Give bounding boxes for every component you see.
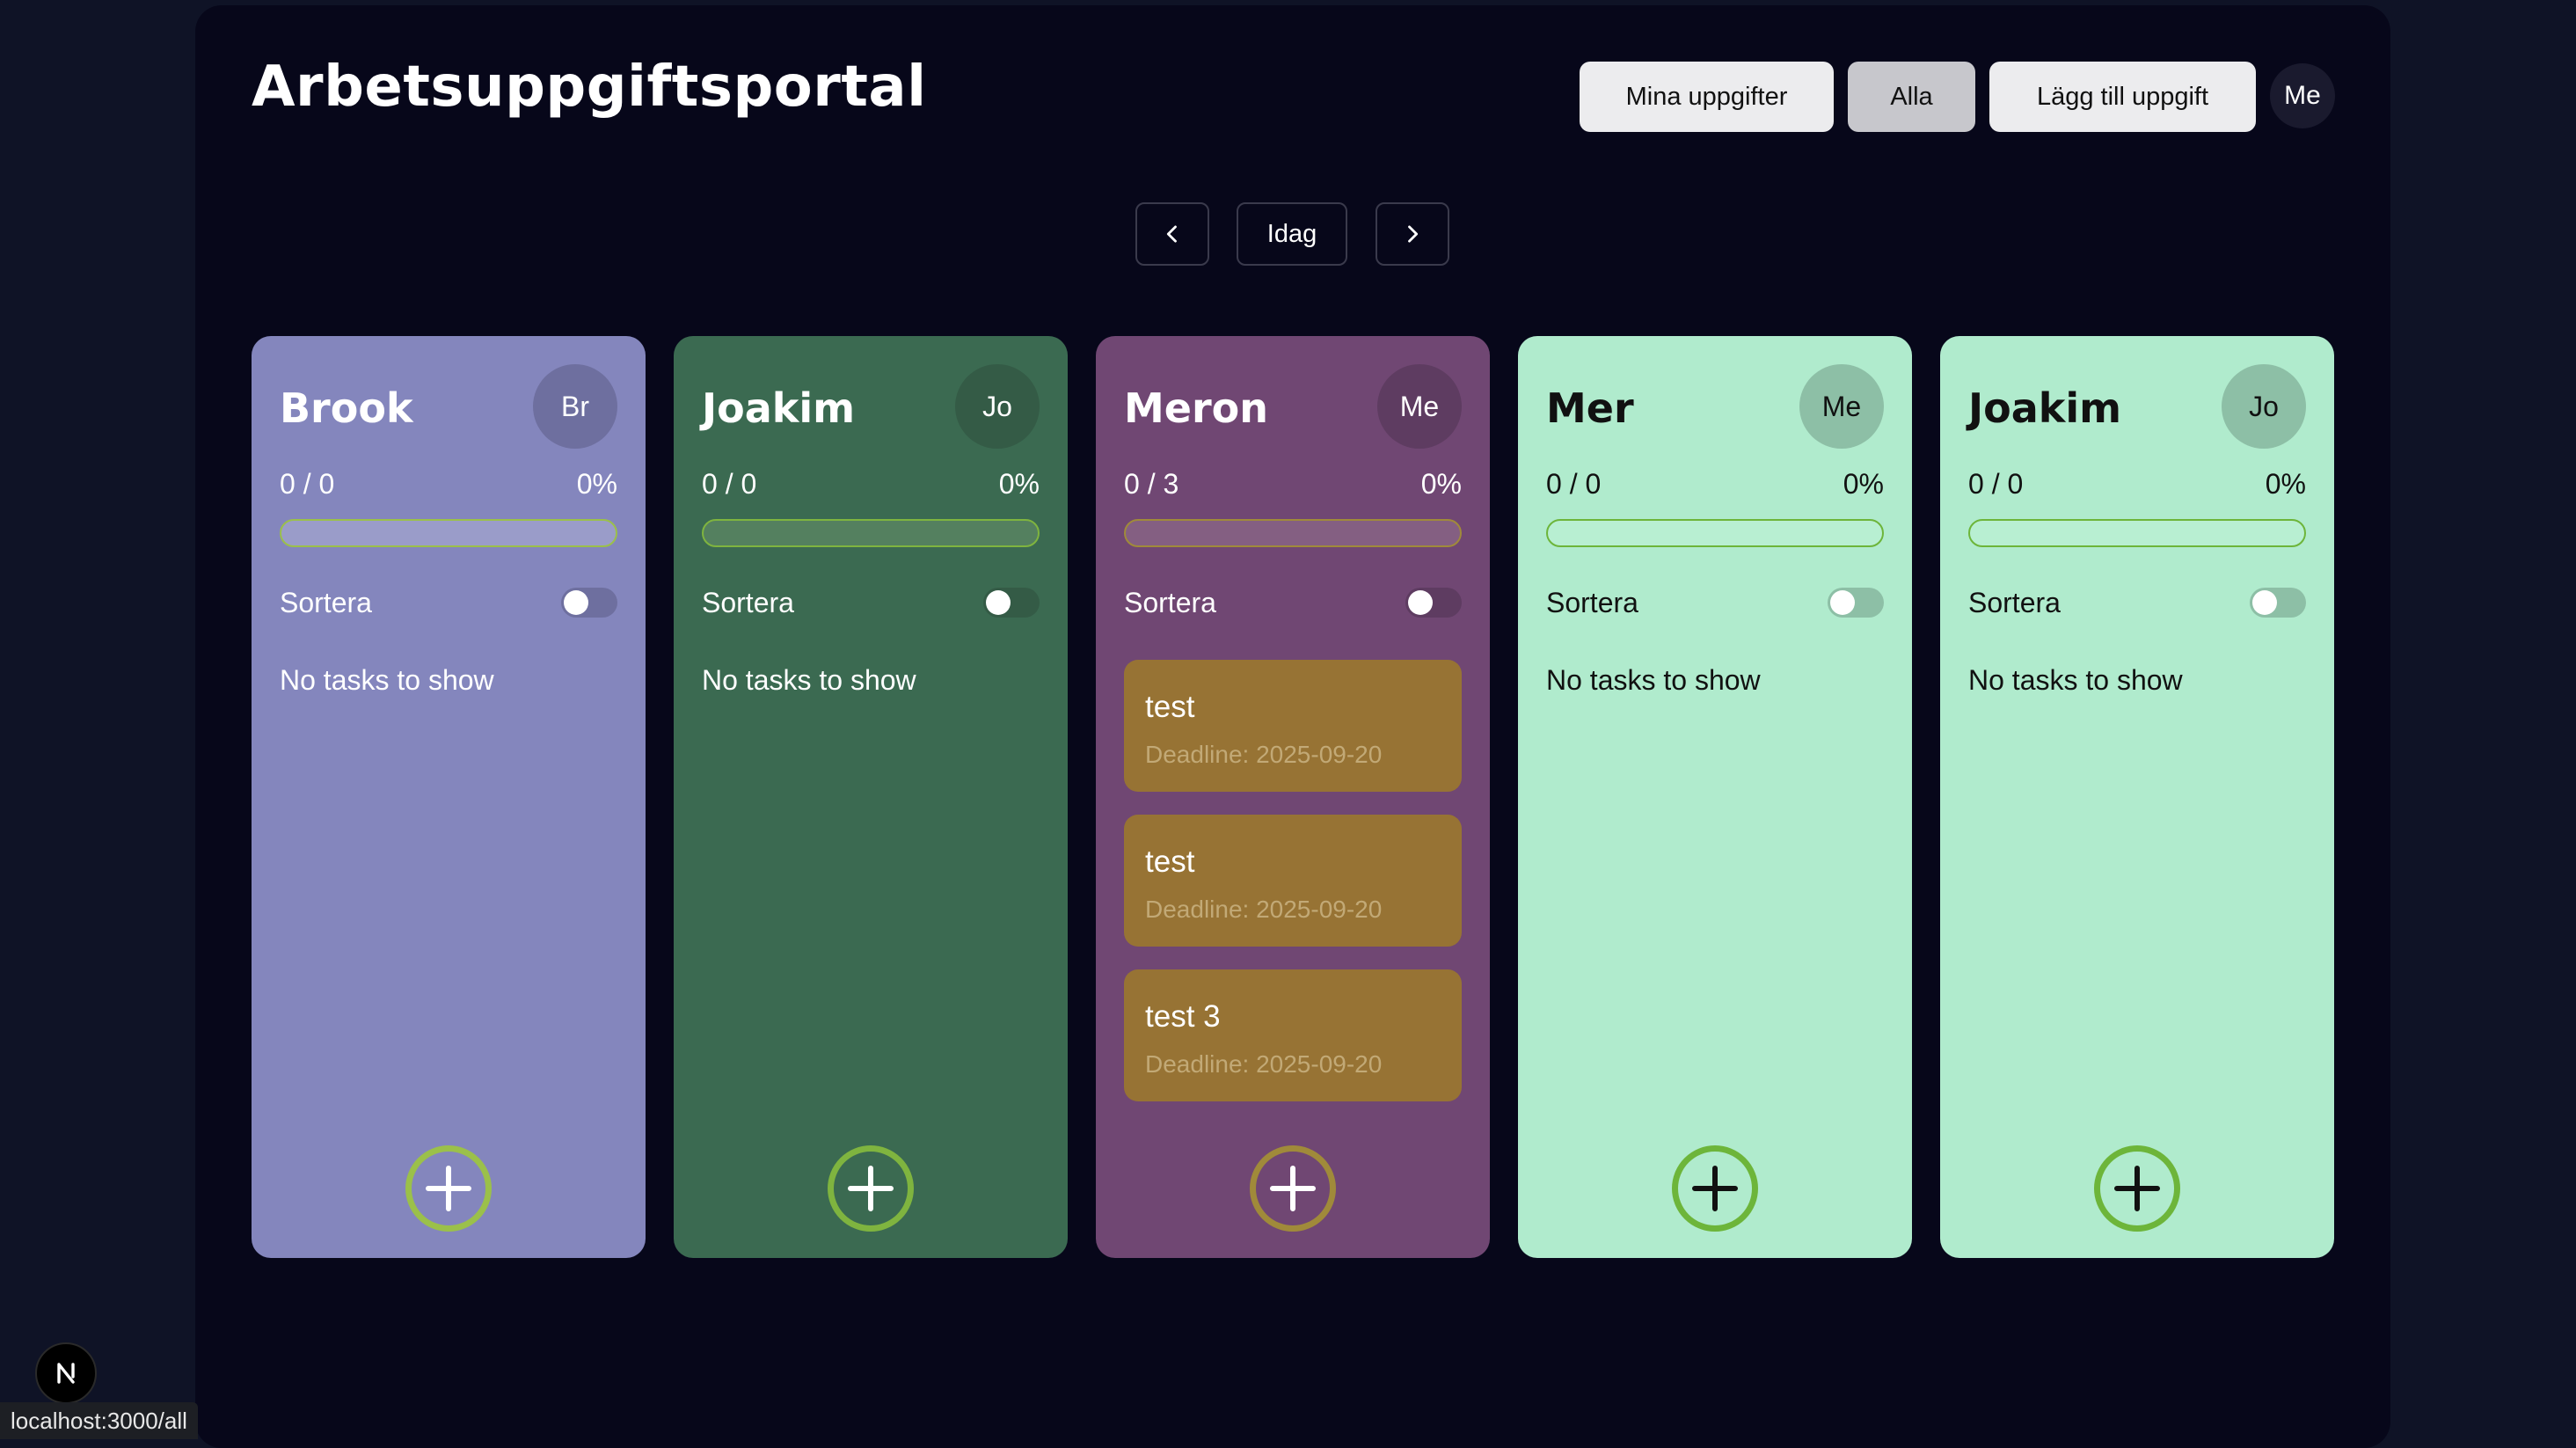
add-task-circle-button[interactable]: [2094, 1145, 2180, 1232]
column-1: Joakim Jo 0 / 0 0% Sortera No tasks to s…: [674, 336, 1068, 1258]
task-count: 0 / 0: [1968, 468, 2024, 500]
chevron-right-icon: [1408, 225, 1419, 243]
column-3: Mer Me 0 / 0 0% Sortera No tasks to show: [1518, 336, 1912, 1258]
user-avatar[interactable]: Me: [2270, 63, 2335, 128]
plus-circle-icon: [1692, 1166, 1738, 1211]
column-2: Meron Me 0 / 3 0% Sortera test Deadline:…: [1096, 336, 1490, 1258]
toggle-knob: [1408, 590, 1433, 615]
toggle-knob: [564, 590, 588, 615]
column-name: Meron: [1124, 384, 1269, 432]
column-avatar: Br: [533, 364, 617, 449]
add-task-circle-button[interactable]: [828, 1145, 914, 1232]
column-name: Joakim: [702, 384, 856, 432]
task-card[interactable]: test 3 Deadline: 2025-09-20: [1124, 969, 1462, 1101]
task-title: test: [1145, 690, 1195, 724]
sort-label: Sortera: [1546, 587, 1638, 618]
progress-percent: 0%: [2265, 468, 2306, 500]
all-tasks-button[interactable]: Alla: [1848, 62, 1975, 132]
progress-percent: 0%: [1843, 468, 1884, 500]
column-4: Joakim Jo 0 / 0 0% Sortera No tasks to s…: [1940, 336, 2334, 1258]
sort-toggle[interactable]: [2250, 588, 2306, 618]
empty-state-text: No tasks to show: [702, 664, 916, 696]
task-card[interactable]: test Deadline: 2025-09-20: [1124, 660, 1462, 792]
sort-toggle[interactable]: [1828, 588, 1884, 618]
empty-state-text: No tasks to show: [1546, 664, 1761, 696]
column-name: Brook: [280, 384, 413, 432]
sort-toggle[interactable]: [1405, 588, 1462, 618]
task-deadline: Deadline: 2025-09-20: [1145, 1050, 1383, 1078]
header-actions: Mina uppgifter Alla Lägg till uppgift: [0, 62, 2576, 132]
progress-percent: 0%: [1420, 468, 1462, 500]
task-count: 0 / 0: [280, 468, 335, 500]
prev-day-button[interactable]: [1135, 202, 1209, 266]
task-count: 0 / 0: [1546, 468, 1602, 500]
column-name: Mer: [1546, 384, 1634, 432]
column-avatar: Jo: [2222, 364, 2306, 449]
task-deadline: Deadline: 2025-09-20: [1145, 741, 1383, 768]
my-tasks-button[interactable]: Mina uppgifter: [1580, 62, 1834, 132]
sort-label: Sortera: [1968, 587, 2061, 618]
toggle-knob: [2252, 590, 2277, 615]
empty-state-text: No tasks to show: [280, 664, 494, 696]
sort-toggle[interactable]: [983, 588, 1040, 618]
toggle-knob: [986, 590, 1011, 615]
plus-circle-icon: [848, 1166, 894, 1211]
nextjs-logo-icon[interactable]: [35, 1342, 97, 1404]
sort-label: Sortera: [1124, 587, 1216, 618]
progress-bar: [280, 519, 617, 547]
today-button[interactable]: Idag: [1237, 202, 1347, 266]
sort-toggle[interactable]: [561, 588, 617, 618]
sort-label: Sortera: [280, 587, 372, 618]
task-count: 0 / 3: [1124, 468, 1179, 500]
column-name: Joakim: [1968, 384, 2122, 432]
toggle-knob: [1830, 590, 1855, 615]
chevron-left-icon: [1166, 225, 1177, 243]
progress-percent: 0%: [998, 468, 1040, 500]
column-avatar: Me: [1377, 364, 1462, 449]
column-avatar: Jo: [955, 364, 1040, 449]
add-task-circle-button[interactable]: [1250, 1145, 1336, 1232]
sort-label: Sortera: [702, 587, 794, 618]
progress-bar: [1124, 519, 1462, 547]
progress-bar: [1546, 519, 1884, 547]
empty-state-text: No tasks to show: [1968, 664, 2183, 696]
status-bar-url: localhost:3000/all: [0, 1402, 198, 1439]
plus-circle-icon: [426, 1166, 471, 1211]
column-avatar: Me: [1799, 364, 1884, 449]
next-day-button[interactable]: [1376, 202, 1449, 266]
plus-circle-icon: [1270, 1166, 1316, 1211]
task-card[interactable]: test Deadline: 2025-09-20: [1124, 815, 1462, 947]
task-title: test: [1145, 845, 1195, 879]
add-task-button[interactable]: Lägg till uppgift: [1989, 62, 2256, 132]
task-count: 0 / 0: [702, 468, 757, 500]
progress-bar: [1968, 519, 2306, 547]
progress-percent: 0%: [576, 468, 617, 500]
add-task-circle-button[interactable]: [405, 1145, 492, 1232]
add-task-circle-button[interactable]: [1672, 1145, 1758, 1232]
plus-circle-icon: [2114, 1166, 2160, 1211]
task-deadline: Deadline: 2025-09-20: [1145, 896, 1383, 923]
task-title: test 3: [1145, 999, 1221, 1034]
column-0: Brook Br 0 / 0 0% Sortera No tasks to sh…: [252, 336, 646, 1258]
progress-bar: [702, 519, 1040, 547]
